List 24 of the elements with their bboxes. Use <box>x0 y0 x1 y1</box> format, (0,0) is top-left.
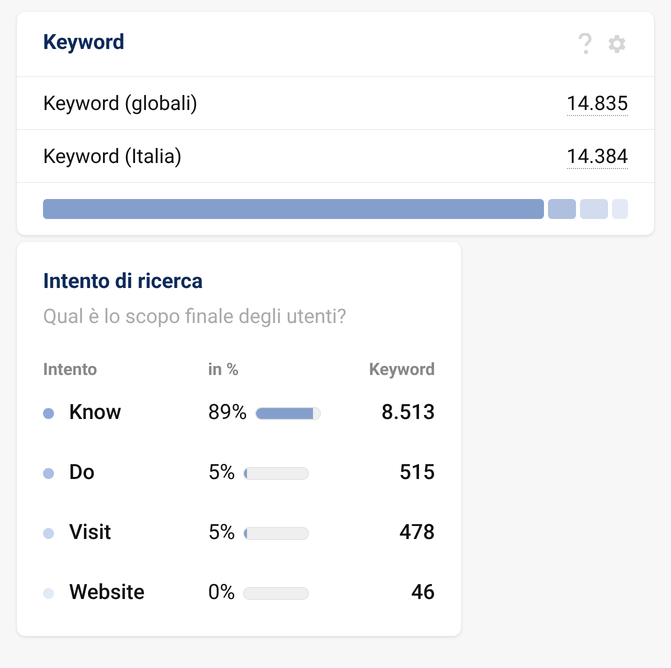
keyword-count: 515 <box>398 460 435 487</box>
percent-value: 89% <box>208 400 247 427</box>
intent-name: Know <box>69 400 122 427</box>
intent-name: Website <box>69 580 145 607</box>
column-header: in % <box>208 359 240 382</box>
column-header: Intento <box>43 359 98 382</box>
row-value: 14.835 <box>566 90 628 116</box>
keyword-count: 46 <box>410 580 435 607</box>
percent-value: 5% <box>208 460 236 487</box>
percent-value: 5% <box>208 520 236 547</box>
card-title: Intento di ricerca <box>43 269 204 296</box>
card-title: Keyword <box>43 30 124 58</box>
row-label: Keyword (Italia) <box>43 143 182 170</box>
card-subtitle: Qual è lo scopo finale degli utenti? <box>43 303 348 330</box>
row-label: Keyword (globali) <box>43 90 198 117</box>
keyword-count: 478 <box>398 520 435 547</box>
column-header: Keyword <box>368 359 435 382</box>
intent-name: Visit <box>69 520 112 547</box>
percent-value: 0% <box>208 580 236 607</box>
help-icon[interactable] <box>578 33 592 55</box>
keyword-count: 8.513 <box>380 400 435 427</box>
intent-name: Do <box>69 460 95 487</box>
row-value: 14.384 <box>566 144 628 168</box>
progress-track <box>243 587 310 600</box>
